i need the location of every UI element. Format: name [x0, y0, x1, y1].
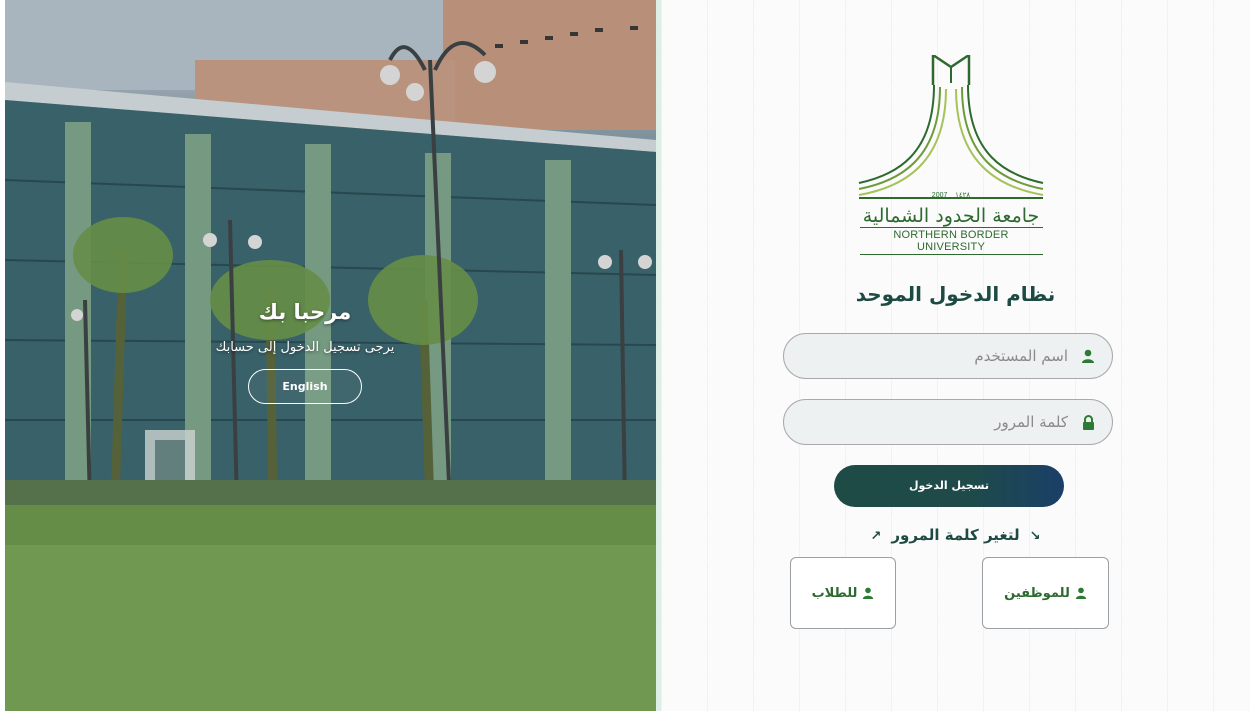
logo-arabic-name: جامعة الحدود الشمالية: [862, 205, 1040, 227]
students-label: للطلاب: [811, 585, 858, 601]
students-login-card[interactable]: للطلاب: [790, 557, 896, 629]
welcome-title: مرحبا بك: [258, 300, 352, 324]
campus-photo-panel: مرحبا بك يرجى تسجيل الدخول إلى حسابك Eng…: [5, 0, 656, 711]
username-input[interactable]: [806, 346, 1070, 366]
staff-label: للموظفين: [1004, 585, 1070, 601]
arrow-down-right-icon: ↘: [1029, 529, 1041, 544]
system-title: نظام الدخول الموحد: [855, 282, 1056, 306]
staff-login-card[interactable]: للموظفين: [982, 557, 1109, 629]
welcome-subtitle: يرجى تسجيل الدخول إلى حسابك: [215, 340, 395, 355]
username-field[interactable]: [783, 333, 1113, 379]
arrow-up-right-icon: ↗: [870, 529, 882, 544]
change-password-link[interactable]: ↘ لتغير كلمة المرور ↗: [661, 526, 1250, 544]
password-field[interactable]: [783, 399, 1113, 445]
logo-year-line: 2007 _ ١٤٢٨: [932, 192, 971, 199]
welcome-block: مرحبا بك يرجى تسجيل الدخول إلى حسابك Eng…: [5, 300, 605, 404]
university-emblem-icon: 2007 _ ١٤٢٨: [858, 52, 1044, 199]
user-icon: [862, 587, 874, 599]
change-password-label: لتغير كلمة المرور: [891, 526, 1020, 544]
login-submit-button[interactable]: تسجيل الدخول: [834, 465, 1064, 507]
university-logo: 2007 _ ١٤٢٨ جامعة الحدود الشمالية NORTHE…: [856, 52, 1046, 255]
user-icon: [1080, 348, 1096, 364]
password-input[interactable]: [806, 412, 1070, 432]
user-icon: [1075, 587, 1087, 599]
login-panel: 2007 _ ١٤٢٨ جامعة الحدود الشمالية NORTHE…: [661, 0, 1250, 711]
english-language-button[interactable]: English: [248, 369, 362, 404]
logo-english-name: NORTHERN BORDER UNIVERSITY: [859, 227, 1043, 255]
lock-icon: [1080, 414, 1096, 430]
